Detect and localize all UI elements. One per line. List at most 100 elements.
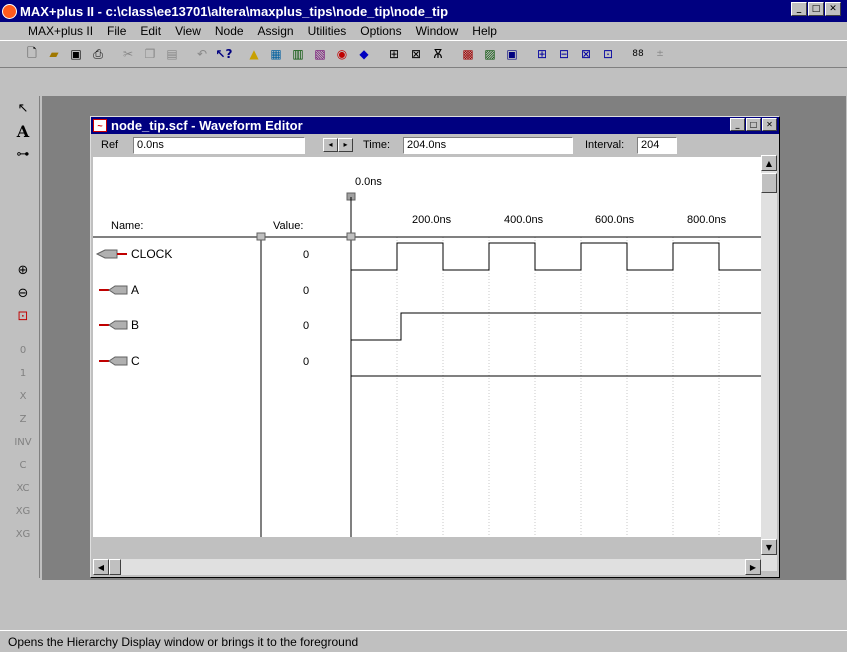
vertical-scrollbar[interactable]: ▲ ▼ xyxy=(761,155,777,571)
print-icon[interactable]: ⎙ xyxy=(88,44,108,64)
text-tool-icon[interactable]: A xyxy=(10,120,36,142)
menu-help[interactable]: Help xyxy=(466,24,503,38)
menu-view[interactable]: View xyxy=(169,24,207,38)
menu-file[interactable]: File xyxy=(101,24,132,38)
main-toolbar: 🗋 ▰ ▣ ⎙ ✂ ❐ ▤ ↶ ↖? ▲ ▦ ▥ ▧ ◉ ◆ ⊞ ⊠ Ѫ ▩ ▨… xyxy=(0,40,847,68)
zoom-in-icon[interactable]: ⊕ xyxy=(10,259,36,281)
prev-transition-icon[interactable]: ◂ xyxy=(323,138,338,152)
minimize-icon[interactable]: _ xyxy=(791,2,807,16)
scroll-up-icon[interactable]: ▲ xyxy=(761,155,777,171)
child-close-icon[interactable]: ✕ xyxy=(762,118,777,131)
project-icon[interactable]: Ѫ xyxy=(428,44,448,64)
menu-options[interactable]: Options xyxy=(354,24,407,38)
time-tick-label: 200.0ns xyxy=(412,214,452,226)
waveform-editor-titlebar[interactable]: ~ node_tip.scf - Waveform Editor _ □ ✕ xyxy=(91,117,779,134)
save-all-icon[interactable]: ▣ xyxy=(502,44,522,64)
fit-window-icon[interactable]: ⊡ xyxy=(10,305,36,327)
time-label: Time: xyxy=(363,139,391,151)
signal-name: B xyxy=(131,318,139,332)
menu-bar: MAX+plus II File Edit View Node Assign U… xyxy=(0,22,847,40)
open-icon[interactable]: ▰ xyxy=(44,44,64,64)
waveform-document-icon[interactable]: ~ xyxy=(93,119,107,132)
grid-icon-1[interactable]: ⊞ xyxy=(532,44,552,64)
group-value-icon[interactable]: XG xyxy=(10,500,36,522)
grid-icon-4[interactable]: ⊡ xyxy=(598,44,618,64)
waveform-editor-title: node_tip.scf - Waveform Editor xyxy=(111,118,303,133)
clock-value-icon[interactable]: C xyxy=(10,454,36,476)
next-transition-icon[interactable]: ▸ xyxy=(338,138,353,152)
grid-icon-2[interactable]: ⊟ xyxy=(554,44,574,64)
overwrite-icon[interactable]: ± xyxy=(650,44,670,64)
node-tool-icon[interactable]: ⊶ xyxy=(10,143,36,165)
child-maximize-icon[interactable]: □ xyxy=(746,118,761,131)
open-scf-icon[interactable]: ⊞ xyxy=(384,44,404,64)
waveform-editor-window: ~ node_tip.scf - Waveform Editor _ □ ✕ R… xyxy=(90,116,780,578)
copy-icon[interactable]: ❐ xyxy=(140,44,160,64)
input-pin-icon xyxy=(95,249,118,259)
maxplus-app-icon[interactable] xyxy=(2,3,17,19)
menu-node[interactable]: Node xyxy=(209,24,250,38)
scroll-left-icon[interactable]: ◀ xyxy=(93,559,109,575)
overwrite-value-icon[interactable]: XG xyxy=(10,523,36,545)
floorplan-icon[interactable]: ▦ xyxy=(266,44,286,64)
horizontal-scrollbar[interactable]: ◀ ▶ xyxy=(93,559,761,575)
count-value-icon[interactable]: XC xyxy=(10,477,36,499)
child-minimize-icon[interactable]: _ xyxy=(730,118,745,131)
cut-icon[interactable]: ✂ xyxy=(118,44,138,64)
save-compile-icon[interactable]: ▩ xyxy=(458,44,478,64)
invert-icon[interactable]: INV xyxy=(10,431,36,453)
interval-field[interactable]: 204 xyxy=(637,136,677,154)
time-tick-label: 800.0ns xyxy=(687,214,727,226)
signal-row[interactable]: C 0 xyxy=(99,354,761,377)
signal-value: 0 xyxy=(303,320,309,332)
undo-icon[interactable]: ↶ xyxy=(192,44,212,64)
menu-window[interactable]: Window xyxy=(410,24,465,38)
timing-icon[interactable]: ◉ xyxy=(332,44,352,64)
time-grid xyxy=(396,237,720,537)
divider-handle[interactable] xyxy=(256,232,266,241)
signal-value: 0 xyxy=(303,285,309,297)
menu-utilities[interactable]: Utilities xyxy=(302,24,353,38)
help-pointer-icon[interactable]: ↖? xyxy=(214,44,234,64)
save-check-icon[interactable]: ⊠ xyxy=(406,44,426,64)
vertical-scroll-thumb[interactable] xyxy=(761,173,777,193)
waveform-area[interactable]: 0.0ns Name: Value: 200.0ns 400.0ns 600.0… xyxy=(93,157,761,537)
ref-field[interactable]: 0.0ns xyxy=(133,136,305,154)
save-simulate-icon[interactable]: ▨ xyxy=(480,44,500,64)
hierarchy-icon[interactable]: ▲ xyxy=(244,44,264,64)
force-low-icon[interactable]: 0 xyxy=(10,339,36,361)
waveform-info-bar: Ref 0.0ns ◂ ▸ Time: 204.0ns Interval: 20… xyxy=(91,134,779,156)
signal-row[interactable]: CLOCK 0 xyxy=(95,242,761,271)
scroll-down-icon[interactable]: ▼ xyxy=(761,539,777,555)
time-field[interactable]: 204.0ns xyxy=(403,136,573,154)
waveform-tool-palette: ↖ A ⊶ ⊕ ⊖ ⊡ 0 1 X Z INV C XC XG XG xyxy=(10,96,40,578)
signal-value: 0 xyxy=(303,249,309,261)
horizontal-scroll-thumb[interactable] xyxy=(109,559,121,575)
zoom-out-icon[interactable]: ⊖ xyxy=(10,282,36,304)
ref-line-handle[interactable] xyxy=(346,232,356,241)
output-pin-icon xyxy=(108,356,128,366)
signal-row[interactable]: A 0 xyxy=(99,283,309,297)
compiler-icon[interactable]: ▥ xyxy=(288,44,308,64)
signal-name: CLOCK xyxy=(131,247,172,261)
app-titlebar[interactable]: MAX+plus II - c:\class\ee13701\altera\ma… xyxy=(0,0,847,22)
grid-icon-3[interactable]: ⊠ xyxy=(576,44,596,64)
new-icon[interactable]: 🗋 xyxy=(22,44,42,64)
force-high-icon[interactable]: 1 xyxy=(10,362,36,384)
programmer-icon[interactable]: ◆ xyxy=(354,44,374,64)
simulator-icon[interactable]: ▧ xyxy=(310,44,330,64)
maxplus-app-window: MAX+plus II - c:\class\ee13701\altera\ma… xyxy=(0,0,847,652)
paste-icon[interactable]: ▤ xyxy=(162,44,182,64)
maximize-icon[interactable]: □ xyxy=(808,2,824,16)
save-icon[interactable]: ▣ xyxy=(66,44,86,64)
menu-maxplus[interactable]: MAX+plus II xyxy=(22,24,99,38)
menu-assign[interactable]: Assign xyxy=(252,24,300,38)
close-icon[interactable]: ✕ xyxy=(825,2,841,16)
menu-edit[interactable]: Edit xyxy=(134,24,167,38)
scroll-right-icon[interactable]: ▶ xyxy=(745,559,761,575)
selection-tool-icon[interactable]: ↖ xyxy=(10,97,36,119)
signal-row[interactable]: B 0 xyxy=(99,312,761,341)
force-z-icon[interactable]: Z xyxy=(10,408,36,430)
force-x-icon[interactable]: X xyxy=(10,385,36,407)
numbers-icon[interactable]: 88 xyxy=(628,44,648,64)
